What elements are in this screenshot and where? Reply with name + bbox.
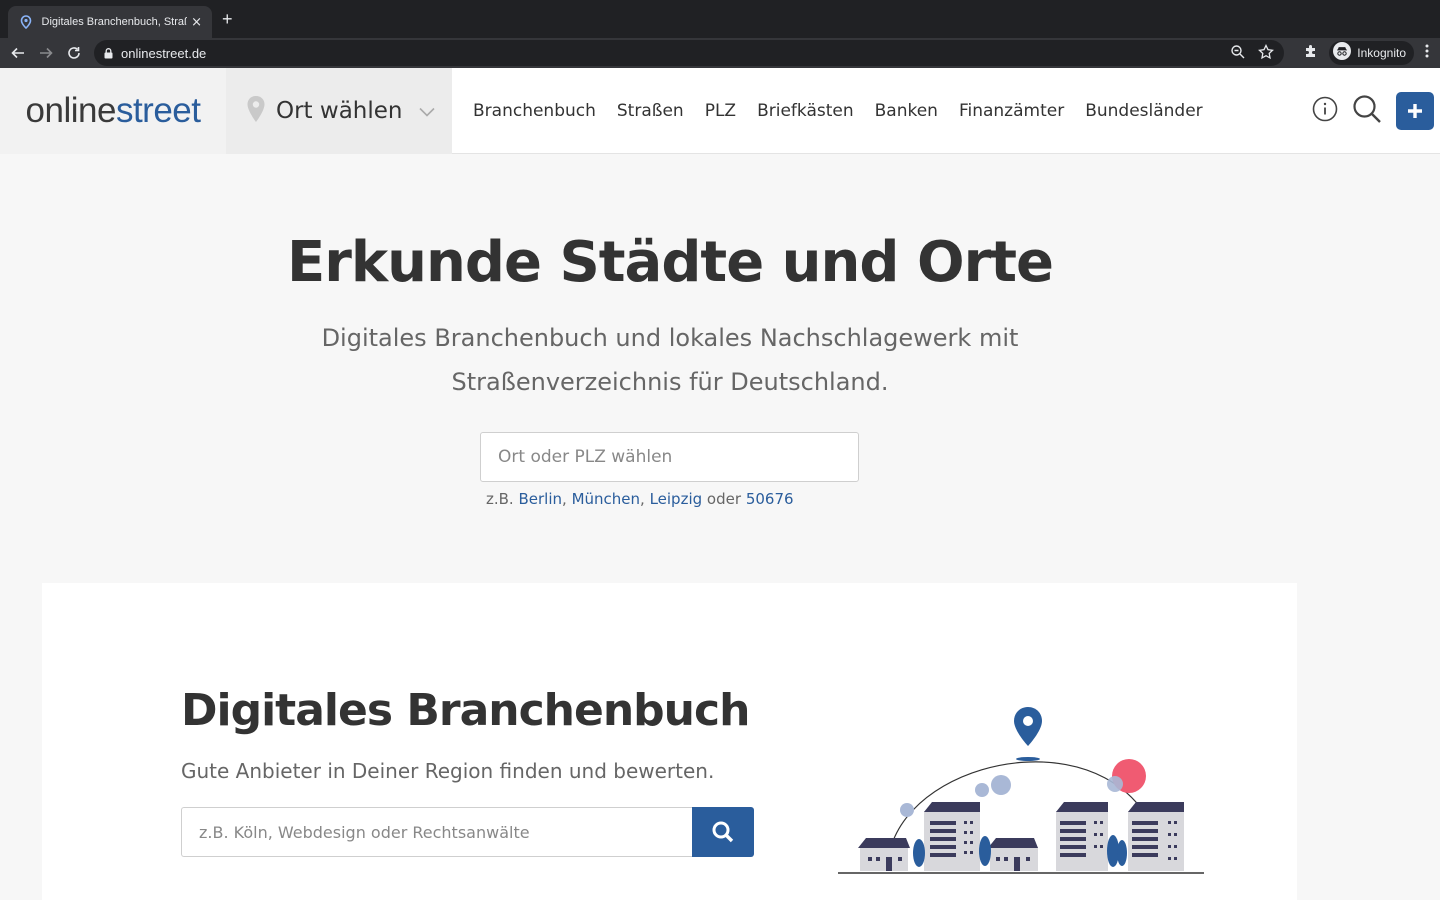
nav-plz[interactable]: PLZ — [705, 101, 736, 121]
main-nav: Branchenbuch Straßen PLZ Briefkästen Ban… — [473, 68, 1203, 154]
tab-close-icon[interactable]: × — [191, 15, 202, 30]
location-pin-favicon-icon — [18, 14, 34, 30]
info-icon[interactable] — [1312, 96, 1338, 126]
nav-finanzaemter[interactable]: Finanzämter — [959, 101, 1064, 121]
incognito-profile-button[interactable]: Inkognito — [1329, 41, 1414, 65]
directory-search — [181, 807, 754, 857]
example-link-50676[interactable]: 50676 — [746, 490, 794, 508]
address-bar[interactable]: onlinestreet.de — [94, 40, 1284, 66]
plus-icon — [1408, 104, 1422, 118]
browser-toolbar: onlinestreet.de Inkognito — [0, 38, 1440, 68]
logo: onlinestreet — [25, 91, 201, 130]
city-illustration — [838, 707, 1204, 874]
hero-title: Erkunde Städte und Orte — [287, 230, 1054, 295]
directory-subtitle: Gute Anbieter in Deiner Region finden un… — [181, 759, 715, 783]
city-selector-label: Ort wählen — [276, 98, 403, 124]
search-icon[interactable] — [1352, 94, 1382, 128]
new-tab-button[interactable]: + — [222, 9, 233, 30]
back-icon[interactable] — [4, 39, 32, 67]
nav-briefkaesten[interactable]: Briefkästen — [757, 101, 854, 121]
directory-search-input[interactable] — [181, 807, 692, 857]
incognito-label: Inkognito — [1357, 46, 1406, 60]
example-link-berlin[interactable]: Berlin — [518, 490, 562, 508]
location-pin-icon — [246, 95, 266, 127]
search-examples: z.B. Berlin, München, Leipzig oder 50676 — [486, 490, 794, 508]
search-icon — [712, 821, 734, 843]
browser-menu-icon[interactable] — [1424, 43, 1430, 63]
city-selector[interactable]: Ort wählen — [226, 68, 452, 154]
directory-card: Digitales Branchenbuch Gute Anbieter in … — [42, 583, 1297, 900]
nav-strassen[interactable]: Straßen — [617, 101, 684, 121]
example-link-leipzig[interactable]: Leipzig — [650, 490, 703, 508]
browser-tabbar: Digitales Branchenbuch, Straßenverzeichn… — [0, 0, 1440, 38]
site-header: onlinestreet Ort wählen Branchenbuch Str… — [0, 68, 1440, 154]
city-search-input[interactable] — [480, 432, 859, 482]
forward-icon[interactable] — [32, 39, 60, 67]
tab-title: Digitales Branchenbuch, Straßenverzeichn… — [41, 16, 188, 28]
zoom-icon[interactable] — [1230, 44, 1246, 64]
extensions-puzzle-icon[interactable] — [1303, 43, 1319, 63]
reload-icon[interactable] — [60, 39, 88, 67]
bookmark-star-icon[interactable] — [1258, 43, 1274, 64]
add-entry-button[interactable] — [1396, 92, 1434, 130]
directory-search-button[interactable] — [692, 807, 754, 857]
logo-link[interactable]: onlinestreet — [0, 68, 226, 154]
nav-branchenbuch[interactable]: Branchenbuch — [473, 101, 596, 121]
nav-bundeslaender[interactable]: Bundesländer — [1085, 101, 1202, 121]
browser-tab[interactable]: Digitales Branchenbuch, Straßenverzeichn… — [8, 6, 212, 38]
url-text: onlinestreet.de — [121, 45, 207, 61]
header-actions — [1312, 92, 1434, 130]
chevron-down-icon — [418, 102, 435, 121]
directory-title: Digitales Branchenbuch — [181, 685, 750, 736]
nav-banken[interactable]: Banken — [875, 101, 938, 121]
hero-subtitle: Digitales Branchenbuch und lokales Nachs… — [321, 324, 1019, 396]
example-link-muenchen[interactable]: München — [572, 490, 640, 508]
incognito-icon — [1333, 42, 1352, 64]
lock-icon — [104, 44, 113, 63]
